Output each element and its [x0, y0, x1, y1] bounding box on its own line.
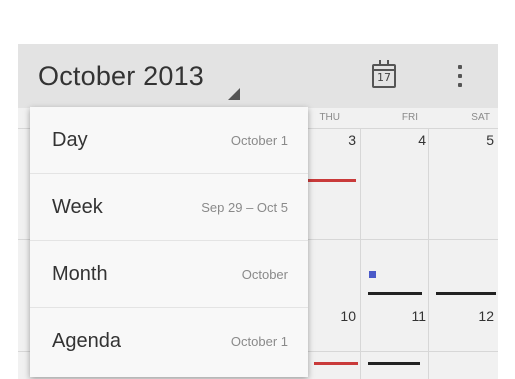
view-selector-button[interactable]: October 2013: [18, 44, 204, 108]
event-bar: [368, 292, 422, 295]
weekday-header-sat: SAT: [471, 112, 490, 123]
menu-item-label: Month: [52, 262, 108, 285]
event-bar: [436, 292, 496, 295]
menu-item-day[interactable]: Day October 1: [30, 107, 308, 174]
action-bar: October 2013 17: [18, 44, 498, 108]
go-to-today-button[interactable]: 17: [368, 60, 400, 92]
menu-item-date: October 1: [230, 334, 288, 349]
column-divider: [360, 128, 361, 379]
dropdown-caret-icon: [228, 88, 240, 100]
menu-item-week[interactable]: Week Sep 29 – Oct 5: [30, 174, 308, 241]
menu-item-label: Day: [52, 128, 88, 151]
overflow-menu-button[interactable]: [446, 60, 474, 92]
menu-item-label: Agenda: [52, 330, 121, 352]
weekday-header-fri: FRI: [401, 112, 418, 123]
month-title: October 2013: [38, 60, 205, 91]
day-cell-11[interactable]: 11: [396, 308, 426, 324]
menu-item-date: October: [241, 266, 288, 282]
day-cell-12[interactable]: 12: [464, 308, 494, 324]
menu-item-date: Sep 29 – Oct 5: [201, 199, 288, 215]
today-icon-date: 17: [377, 71, 391, 84]
event-marker[interactable]: [369, 271, 376, 278]
day-cell-3[interactable]: 3: [326, 132, 356, 148]
view-dropdown-menu: Day October 1 Week Sep 29 – Oct 5 Month …: [30, 107, 308, 377]
calendar-today-icon: 17: [372, 60, 396, 88]
column-divider: [428, 128, 429, 379]
day-cell-10[interactable]: 10: [326, 308, 356, 324]
menu-item-agenda[interactable]: Agenda October 1: [30, 308, 308, 375]
menu-item-label: Week: [52, 195, 103, 218]
menu-item-month[interactable]: Month October: [30, 241, 308, 308]
menu-item-date: October 1: [230, 132, 288, 148]
day-cell-4[interactable]: 4: [396, 132, 426, 148]
overflow-menu-icon: [458, 65, 462, 69]
today-indicator-bar: [314, 362, 358, 365]
event-bar: [368, 362, 420, 365]
day-cell-5[interactable]: 5: [464, 132, 494, 148]
today-indicator-bar: [308, 179, 356, 182]
